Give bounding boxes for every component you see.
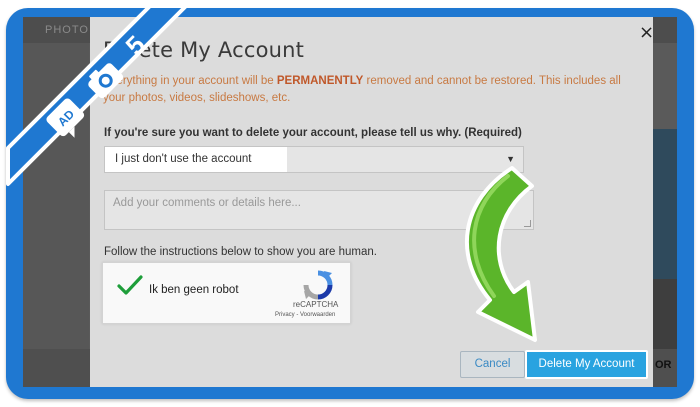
reason-select[interactable]: I just don't use the account ▼ — [104, 146, 524, 173]
dropdown-arrow-icon: ▼ — [506, 154, 515, 164]
recaptcha-brand: reCAPTCHA — [293, 300, 339, 309]
cancel-button[interactable]: Cancel — [460, 351, 525, 378]
checkmark-icon[interactable] — [116, 274, 144, 298]
resize-handle-icon[interactable] — [524, 220, 531, 227]
comments-placeholder: Add your comments or details here... — [113, 197, 301, 209]
warning-emphasis: PERMANENTLY — [276, 75, 364, 87]
warning-text-start: Everything in your account will be — [103, 75, 277, 87]
modal-title: Delete My Account — [103, 38, 305, 62]
outer-frame: PHOTO OR Delete My Account × Everything … — [6, 8, 694, 399]
reason-selected-value: I just don't use the account — [105, 147, 287, 172]
background-left-strip — [23, 43, 89, 387]
delete-account-button[interactable]: Delete My Account — [525, 350, 648, 379]
comments-textarea[interactable]: Add your comments or details here... — [104, 190, 534, 230]
background-image — [653, 129, 677, 279]
screen-area: PHOTO OR Delete My Account × Everything … — [23, 17, 677, 387]
close-icon[interactable]: × — [639, 24, 654, 42]
recaptcha-privacy-links[interactable]: Privacy - Voorwaarden — [275, 312, 335, 318]
warning-message: Everything in your account will be PERMA… — [103, 73, 643, 107]
background-photo-label: PHOTO — [45, 24, 89, 36]
background-right-text: OR — [655, 359, 672, 371]
background-image-lower — [653, 279, 677, 349]
delete-account-modal: Delete My Account × Everything in your a… — [90, 17, 654, 387]
recaptcha-logo-icon — [303, 270, 333, 300]
human-instructions: Follow the instructions below to show yo… — [104, 246, 377, 258]
captcha-label: Ik ben geen robot — [149, 284, 239, 296]
reason-label: If you're sure you want to delete your a… — [104, 127, 522, 139]
recaptcha-widget: Ik ben geen robot reCAPTCHA Privacy - Vo… — [102, 262, 351, 324]
